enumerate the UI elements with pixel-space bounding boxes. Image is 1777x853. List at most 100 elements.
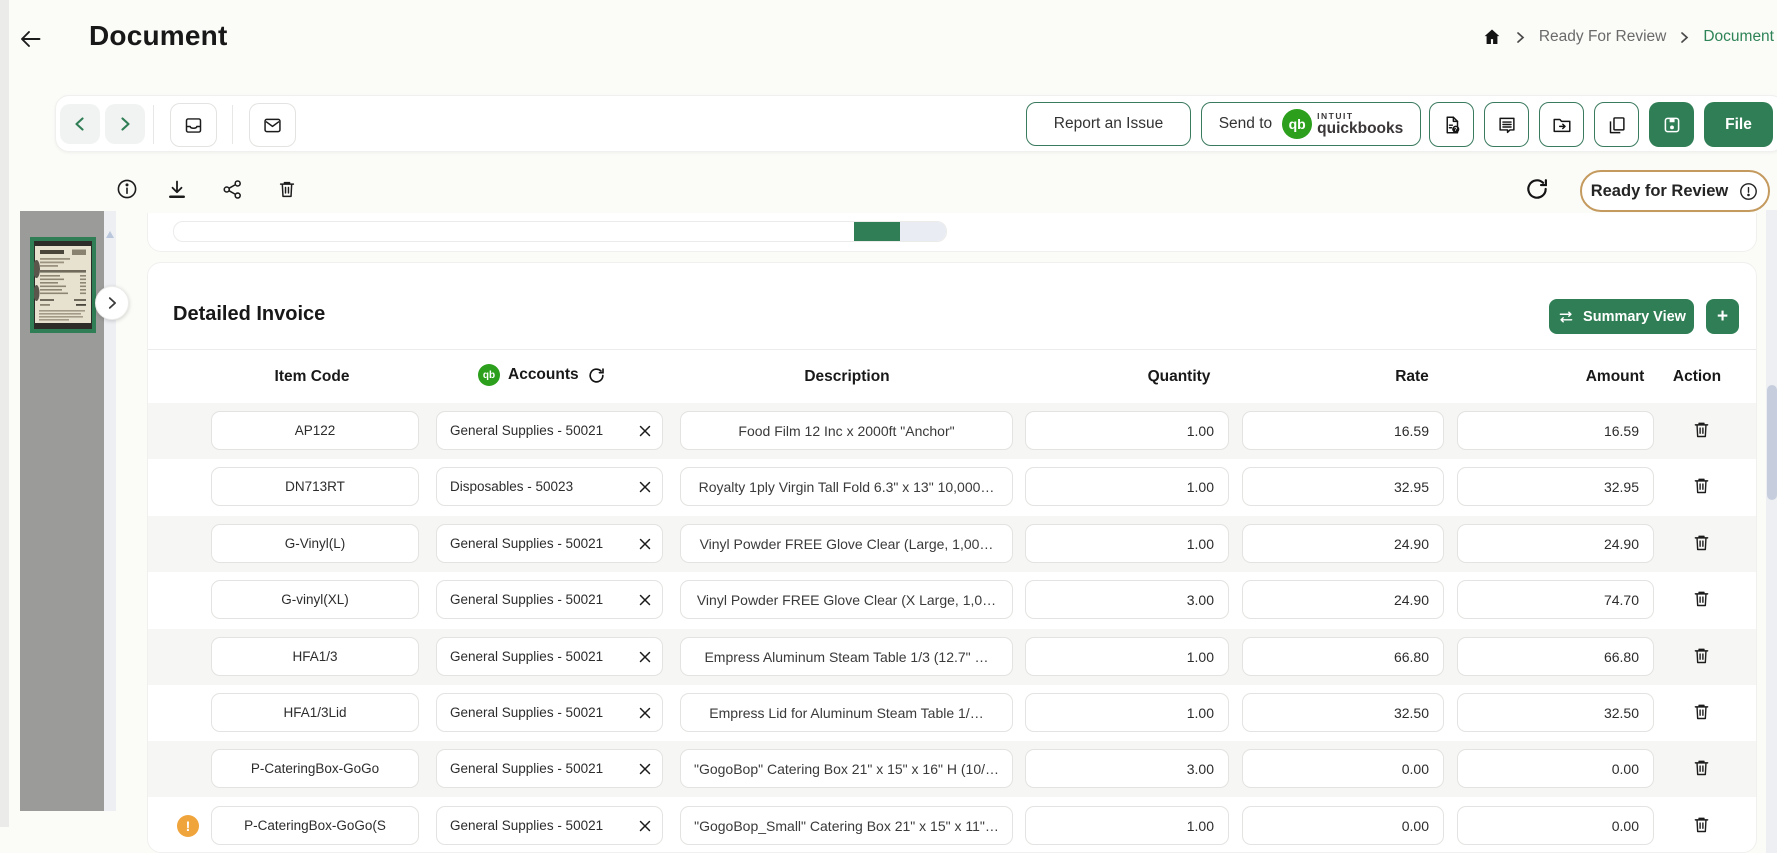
amount-input[interactable]: [1457, 411, 1654, 450]
clear-account-icon[interactable]: [639, 594, 651, 606]
horizontal-scrollbar[interactable]: [173, 221, 947, 242]
table-row: !: [148, 798, 1756, 853]
description-input[interactable]: [680, 806, 1013, 845]
description-input[interactable]: [680, 637, 1013, 676]
rate-input[interactable]: [1242, 693, 1444, 732]
back-button[interactable]: [18, 26, 46, 52]
quantity-input[interactable]: [1025, 637, 1229, 676]
amount-input[interactable]: [1457, 637, 1654, 676]
rate-input[interactable]: [1242, 580, 1444, 619]
move-to-folder-button[interactable]: [1539, 102, 1584, 147]
item-code-input[interactable]: [211, 467, 419, 506]
report-issue-button[interactable]: Report an Issue: [1026, 102, 1191, 146]
item-code-input[interactable]: [211, 806, 419, 845]
delete-row-button[interactable]: [1691, 645, 1712, 666]
page-thumbnail[interactable]: [30, 237, 96, 333]
prev-document-button[interactable]: [60, 104, 100, 144]
account-input[interactable]: [436, 467, 663, 506]
clear-account-icon[interactable]: [639, 820, 651, 832]
account-input[interactable]: [436, 637, 663, 676]
quantity-input[interactable]: [1025, 749, 1229, 788]
description-input[interactable]: [680, 524, 1013, 563]
inbox-button[interactable]: [170, 103, 217, 147]
clear-account-icon[interactable]: [639, 538, 651, 550]
amount-input[interactable]: [1457, 806, 1654, 845]
item-code-input[interactable]: [211, 411, 419, 450]
delete-row-button[interactable]: [1691, 588, 1712, 609]
page-scrollbar-track[interactable]: [1766, 210, 1777, 853]
clear-account-icon[interactable]: [639, 481, 651, 493]
clear-account-icon[interactable]: [639, 707, 651, 719]
amount-input[interactable]: [1457, 467, 1654, 506]
account-input[interactable]: [436, 806, 663, 845]
delete-document-button[interactable]: [276, 178, 298, 200]
quantity-input[interactable]: [1025, 467, 1229, 506]
item-code-input[interactable]: [211, 580, 419, 619]
status-badge[interactable]: Ready for Review: [1580, 170, 1770, 212]
item-code-input[interactable]: [211, 693, 419, 732]
item-code-input[interactable]: [211, 637, 419, 676]
expand-panel-button[interactable]: [95, 286, 129, 320]
account-input[interactable]: [436, 580, 663, 619]
scroll-up-icon[interactable]: [106, 231, 114, 238]
description-input[interactable]: [680, 411, 1013, 450]
description-input[interactable]: [680, 749, 1013, 788]
page-scrollbar-thumb[interactable]: [1767, 385, 1777, 500]
quantity-input[interactable]: [1025, 806, 1229, 845]
quantity-input[interactable]: [1025, 411, 1229, 450]
amount-input[interactable]: [1457, 580, 1654, 619]
quantity-input[interactable]: [1025, 524, 1229, 563]
file-info-button[interactable]: ?: [1429, 102, 1474, 147]
send-to-quickbooks-button[interactable]: Send to qb intuit quickbooks: [1201, 102, 1421, 146]
folder-arrow-icon: [1551, 114, 1573, 136]
quantity-input[interactable]: [1025, 580, 1229, 619]
clear-account-icon[interactable]: [639, 651, 651, 663]
home-icon[interactable]: [1482, 27, 1502, 47]
file-button[interactable]: File: [1704, 102, 1773, 147]
delete-row-button[interactable]: [1691, 757, 1712, 778]
download-button[interactable]: [165, 177, 189, 201]
share-button[interactable]: [221, 178, 244, 201]
refresh-accounts-icon[interactable]: [587, 366, 606, 385]
clear-account-icon[interactable]: [639, 425, 651, 437]
delete-row-button[interactable]: [1691, 701, 1712, 722]
document-info-button[interactable]: [115, 177, 139, 201]
rate-input[interactable]: [1242, 467, 1444, 506]
rate-input[interactable]: [1242, 411, 1444, 450]
rate-input[interactable]: [1242, 749, 1444, 788]
amount-input[interactable]: [1457, 524, 1654, 563]
rate-input[interactable]: [1242, 637, 1444, 676]
description-input[interactable]: [680, 580, 1013, 619]
email-button[interactable]: [249, 103, 296, 147]
duplicate-button[interactable]: [1594, 102, 1639, 147]
description-input[interactable]: [680, 693, 1013, 732]
summary-view-button[interactable]: Summary View: [1549, 299, 1694, 334]
breadcrumb-section[interactable]: Ready For Review: [1539, 28, 1667, 46]
clear-account-icon[interactable]: [639, 763, 651, 775]
account-input[interactable]: [436, 411, 663, 450]
delete-row-button[interactable]: [1691, 419, 1712, 440]
rate-input[interactable]: [1242, 806, 1444, 845]
account-input[interactable]: [436, 524, 663, 563]
quantity-input[interactable]: [1025, 693, 1229, 732]
breadcrumb-current[interactable]: Document: [1703, 28, 1774, 46]
delete-row-button[interactable]: [1691, 475, 1712, 496]
table-row: [148, 516, 1756, 572]
amount-input[interactable]: [1457, 693, 1654, 732]
delete-row-button[interactable]: [1691, 532, 1712, 553]
rate-input[interactable]: [1242, 524, 1444, 563]
next-document-button[interactable]: [105, 104, 145, 144]
amount-input[interactable]: [1457, 749, 1654, 788]
account-input[interactable]: [436, 749, 663, 788]
delete-row-button[interactable]: [1691, 814, 1712, 835]
save-button[interactable]: [1649, 102, 1694, 147]
horizontal-scrollbar-thumb[interactable]: [854, 222, 900, 242]
add-line-item-button[interactable]: +: [1706, 299, 1739, 334]
notes-button[interactable]: [1484, 102, 1529, 147]
account-input[interactable]: [436, 693, 663, 732]
file-question-icon: ?: [1441, 114, 1463, 136]
item-code-input[interactable]: [211, 524, 419, 563]
refresh-button[interactable]: [1524, 176, 1550, 202]
item-code-input[interactable]: [211, 749, 419, 788]
description-input[interactable]: [680, 467, 1013, 506]
